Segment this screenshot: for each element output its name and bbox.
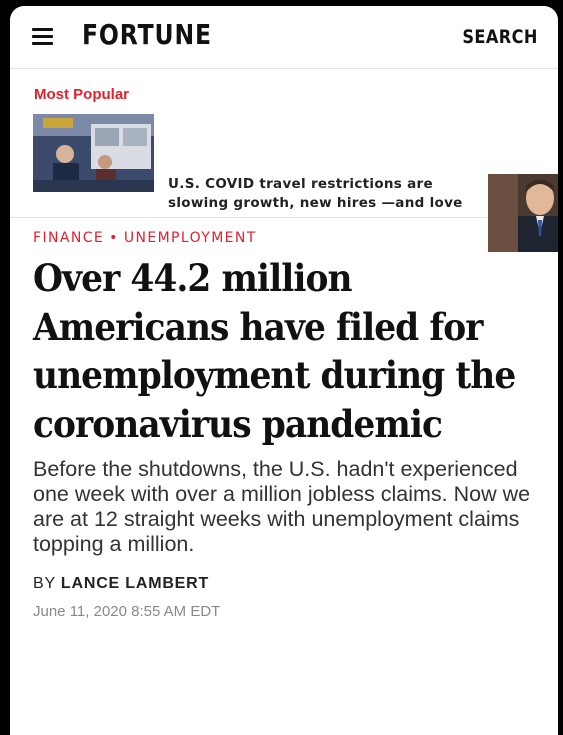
site-logo[interactable]: FORTUNE <box>82 18 212 51</box>
byline-prefix: BY <box>33 575 56 592</box>
menu-icon-bar <box>32 35 53 38</box>
hamburger-menu-icon[interactable] <box>32 28 53 45</box>
app-frame: FORTUNE SEARCH Most Popular U.S. COVID t… <box>10 6 558 735</box>
menu-icon-bar <box>32 28 53 31</box>
search-button[interactable]: SEARCH <box>462 26 538 48</box>
menu-icon-bar <box>32 42 53 45</box>
most-popular-label: Most Popular <box>34 86 130 103</box>
article: FINANCE • UNEMPLOYMENT Over 44.2 million A… <box>10 230 558 620</box>
section-tag-unemployment[interactable]: UNEMPLOYMENT <box>124 230 257 246</box>
site-header: FORTUNE SEARCH <box>10 6 558 69</box>
article-dek: Before the shutdowns, the U.S. hadn't ex… <box>33 457 531 556</box>
popular-story-headline[interactable]: U.S. COVID travel restrictions are slowi… <box>168 175 488 213</box>
article-date: June 11, 2020 8:55 AM EDT <box>33 603 221 620</box>
most-popular-module: Most Popular U.S. COVID travel restricti… <box>10 69 558 252</box>
section-tag-finance[interactable]: FINANCE <box>33 230 104 246</box>
popular-story-thumbnail[interactable] <box>33 114 154 192</box>
article-byline: BY LANCE LAMBERT <box>33 575 536 593</box>
author-link[interactable]: LANCE LAMBERT <box>61 575 209 592</box>
article-section-tags: FINANCE • UNEMPLOYMENT <box>33 230 536 246</box>
section-tag-separator: • <box>109 230 119 246</box>
airport-photo-image <box>33 114 154 192</box>
article-headline: Over 44.2 million Americans have filed f… <box>33 256 516 446</box>
